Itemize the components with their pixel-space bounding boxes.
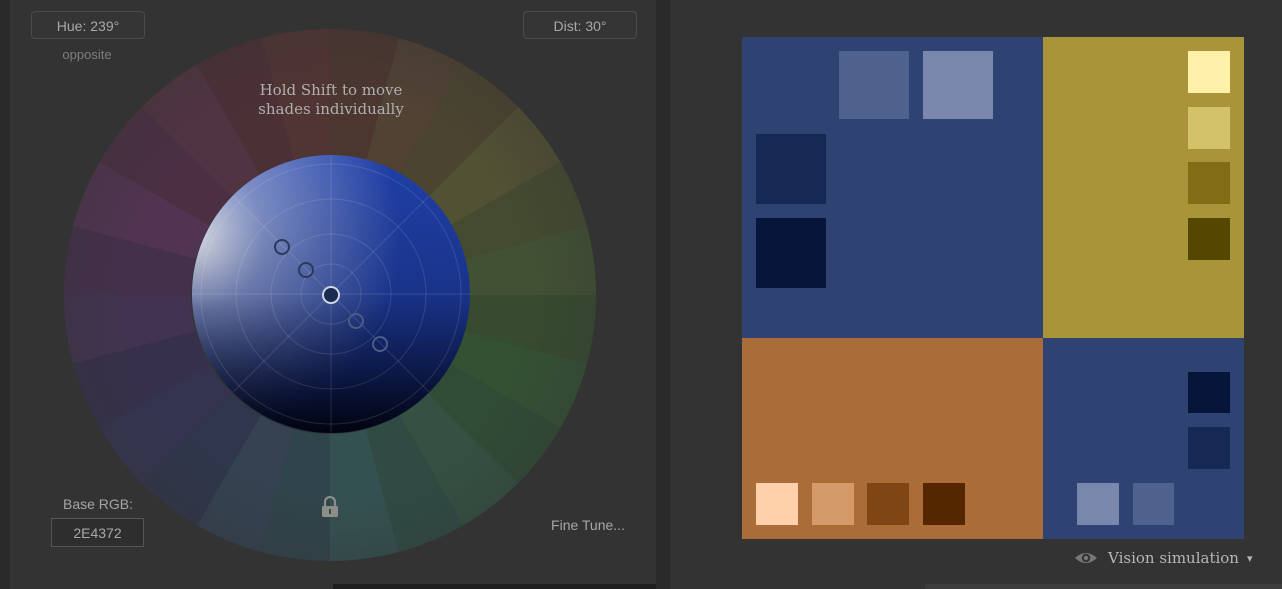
vision-simulation-dropdown[interactable]: Vision simulation ▾	[1074, 547, 1253, 569]
primary-block[interactable]	[742, 37, 1043, 338]
base-rgb-label: Base RGB:	[62, 496, 134, 512]
mini-primary-light-1[interactable]	[1133, 483, 1174, 525]
complement-shade-2[interactable]	[1188, 107, 1230, 149]
base-color-handle[interactable]	[322, 286, 340, 304]
triad-block[interactable]	[742, 338, 1043, 539]
scheme-mode-label[interactable]: opposite	[47, 47, 127, 62]
lock-icon[interactable]	[320, 496, 340, 518]
mini-primary-dark-1[interactable]	[1188, 427, 1230, 469]
base-rgb-input[interactable]: 2E4372	[51, 518, 144, 547]
triad-shade-1[interactable]	[756, 483, 798, 525]
triad-shade-3[interactable]	[867, 483, 909, 525]
primary-shade-dark-2[interactable]	[756, 218, 826, 288]
complement-block[interactable]	[1043, 37, 1244, 338]
triad-shade-4[interactable]	[923, 483, 965, 525]
mini-primary-light-2[interactable]	[1077, 483, 1119, 525]
palette-preview	[742, 37, 1244, 539]
distance-readout[interactable]: Dist: 30°	[523, 11, 637, 39]
vision-simulation-label: Vision simulation	[1108, 549, 1239, 567]
primary-shade-light-1[interactable]	[839, 51, 909, 119]
triad-shade-2[interactable]	[812, 483, 854, 525]
hue-readout[interactable]: Hue: 239°	[31, 11, 145, 39]
complement-shade-4[interactable]	[1188, 218, 1230, 260]
mini-primary-dark-2[interactable]	[1188, 372, 1230, 413]
chevron-down-icon: ▾	[1246, 551, 1253, 565]
complement-shade-1[interactable]	[1188, 51, 1230, 93]
complement-shade-3[interactable]	[1188, 162, 1230, 204]
shift-hint-line-2: shades individually	[258, 100, 404, 118]
primary-mini-block[interactable]	[1043, 338, 1244, 539]
eye-icon	[1075, 553, 1097, 563]
primary-shade-dark-1[interactable]	[756, 134, 826, 204]
primary-shade-light-2[interactable]	[923, 51, 993, 119]
shift-hint-line-1: Hold Shift to move	[259, 81, 403, 99]
fine-tune-button[interactable]: Fine Tune...	[536, 517, 640, 533]
bottom-bar-right	[925, 584, 1282, 589]
panel-divider[interactable]	[656, 0, 670, 589]
shift-hint: Hold Shift to move shades individually	[226, 81, 436, 119]
